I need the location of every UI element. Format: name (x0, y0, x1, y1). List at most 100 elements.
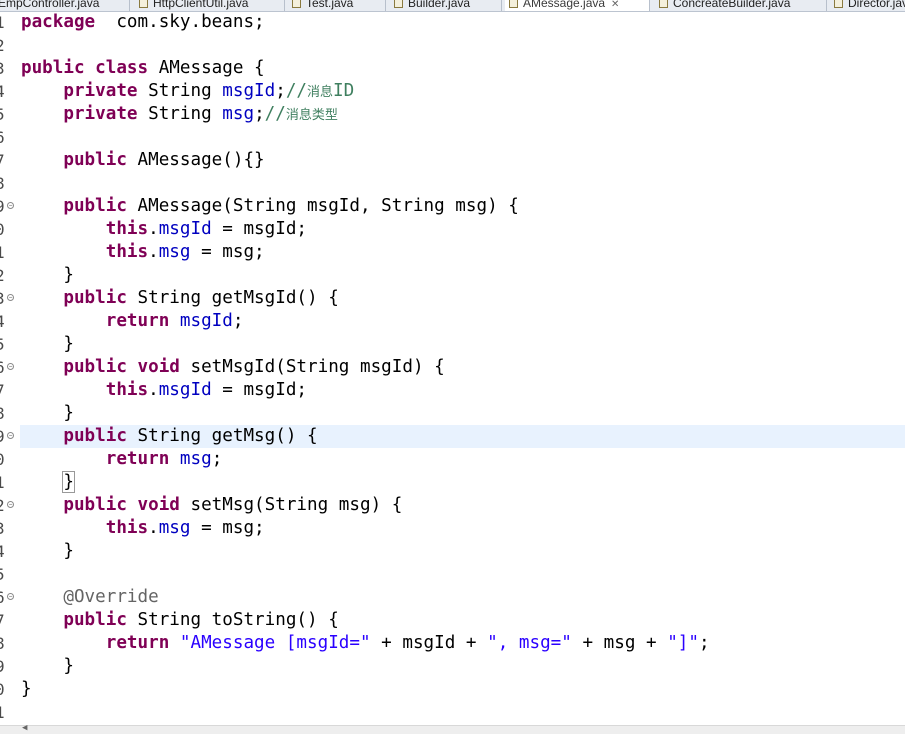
tab-empcontroller-java[interactable]: EmpController.java (0, 0, 130, 11)
code-token: } (21, 541, 74, 561)
tab-builder-java[interactable]: Builder.java (390, 0, 502, 11)
fold-collapse-icon[interactable]: − (7, 432, 14, 439)
code-line[interactable]: 7 public String toString() { (0, 609, 905, 632)
code-token: msgId (158, 219, 212, 239)
code-line[interactable]: 7 public AMessage(){} (0, 149, 905, 172)
code-token: String (137, 81, 223, 101)
line-number: 4 (0, 80, 10, 103)
code-token: AMessage(String msgId, String msg) { (126, 196, 519, 216)
code-token: public (63, 150, 127, 170)
code-token: + msgId + (370, 633, 488, 653)
code-token: String (137, 104, 223, 124)
code-token: } (62, 471, 75, 493)
code-token: + msg + (571, 633, 668, 653)
code-line[interactable]: 8 (0, 172, 905, 195)
scroll-left-arrow-icon[interactable]: ◀ (22, 723, 27, 733)
code-line[interactable]: 9 } (0, 655, 905, 678)
code-line[interactable]: 4 private String msgId;//消息ID (0, 80, 905, 103)
code-line[interactable]: 4 return msgId; (0, 310, 905, 333)
code-text: return msgId; (21, 310, 244, 333)
code-line[interactable]: 0} (0, 678, 905, 701)
code-token: ; (254, 104, 265, 124)
code-line[interactable]: 1 (0, 701, 905, 724)
code-line[interactable]: 2− public void setMsg(String msg) { (0, 494, 905, 517)
code-line[interactable]: 5 private String msg;//消息类型 (0, 103, 905, 126)
fold-collapse-icon[interactable]: − (7, 501, 14, 508)
code-line[interactable]: 5 } (0, 333, 905, 356)
code-line[interactable]: 2 (0, 34, 905, 57)
tab-amessage-java[interactable]: AMessage.java ✕ (505, 0, 650, 11)
code-line[interactable]: 2 } (0, 264, 905, 287)
code-editor[interactable]: 1package com.sky.beans;23public class AM… (0, 11, 905, 725)
code-token: ; (211, 449, 223, 469)
code-token: public (63, 357, 127, 377)
code-text: public void setMsgId(String msgId) { (21, 356, 444, 379)
code-line[interactable]: 5 (0, 563, 905, 586)
code-text: } (21, 540, 74, 563)
code-text: } (21, 333, 74, 356)
line-number: 7 (0, 149, 10, 172)
code-text: public AMessage(String msgId, String msg… (21, 195, 519, 218)
code-line[interactable]: 0 this.msgId = msgId; (0, 218, 905, 241)
code-line[interactable]: 1 this.msg = msg; (0, 241, 905, 264)
code-line[interactable]: 1 } (0, 471, 905, 494)
code-token: com.sky.beans; (95, 12, 265, 32)
code-line[interactable]: 6− public void setMsgId(String msgId) { (0, 356, 905, 379)
code-token: ; (232, 311, 244, 331)
code-token: setMsg(String msg) { (179, 495, 403, 515)
code-line[interactable]: 9− public AMessage(String msgId, String … (0, 195, 905, 218)
fold-collapse-icon[interactable]: − (7, 294, 14, 301)
code-token: . (148, 219, 159, 239)
code-line[interactable]: 9− public String getMsg() { (0, 425, 905, 448)
tab-label: AMessage.java (523, 0, 606, 10)
code-token: "]" (667, 633, 699, 653)
code-line[interactable]: 0 return msg; (0, 448, 905, 471)
tab-test-java[interactable]: Test.java (288, 0, 386, 11)
code-token: String toString() { (126, 610, 339, 630)
tab-director-java[interactable]: Director.java (830, 0, 905, 11)
line-number: 2 (0, 264, 10, 287)
code-token: } (21, 679, 32, 699)
code-token: msg (158, 518, 191, 538)
tab-concreatebuilder-java[interactable]: ConcreateBuilder.java (655, 0, 827, 11)
code-line[interactable]: 3 this.msg = msg; (0, 517, 905, 540)
code-line[interactable]: 6 (0, 126, 905, 149)
code-text: } (21, 678, 32, 701)
code-token: = msgId; (211, 380, 308, 400)
code-text: return msg; (21, 448, 223, 471)
code-line[interactable]: 7 this.msgId = msgId; (0, 379, 905, 402)
code-token: = msg; (190, 518, 265, 538)
line-number: 6 (0, 126, 10, 149)
code-text: } (21, 471, 75, 494)
fold-collapse-icon[interactable]: − (7, 593, 14, 600)
close-icon[interactable]: ✕ (611, 0, 619, 10)
code-line[interactable]: 1 package com.sky.beans; (0, 11, 905, 34)
tab-label: Builder.java (408, 0, 471, 10)
code-line[interactable]: 3 public class AMessage { (0, 57, 905, 80)
code-line[interactable]: 8 } (0, 402, 905, 425)
line-number: 1 (0, 11, 10, 34)
code-line[interactable]: 8 return "AMessage [msgId=" + msgId + ",… (0, 632, 905, 655)
fold-collapse-icon[interactable]: − (7, 202, 14, 209)
line-number: 7 (0, 379, 10, 402)
code-line[interactable]: 3− public String getMsgId() { (0, 287, 905, 310)
line-number: 5 (0, 333, 10, 356)
code-token: ; (275, 81, 286, 101)
java-file-icon (834, 0, 843, 8)
line-number: 0 (0, 448, 10, 471)
code-token: ", msg=" (487, 633, 572, 653)
code-line[interactable]: 6− @Override (0, 586, 905, 609)
code-token: public (63, 426, 127, 446)
code-text: @Override (21, 586, 158, 609)
tab-httpclientutil-java[interactable]: HttpClientUtil.java (135, 0, 285, 11)
code-token: "AMessage [msgId=" (179, 633, 371, 653)
line-number: 9 (0, 655, 10, 678)
code-line[interactable]: 4 } (0, 540, 905, 563)
code-text: private String msgId;//消息ID (21, 80, 354, 104)
fold-collapse-icon[interactable]: − (7, 363, 14, 370)
line-number: 4 (0, 540, 10, 563)
